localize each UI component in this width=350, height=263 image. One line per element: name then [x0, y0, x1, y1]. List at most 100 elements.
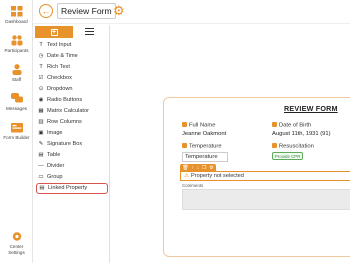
palette-item[interactable]: ▤ Linked Property — [36, 183, 108, 194]
palette-item[interactable]: T Text Input — [36, 40, 108, 51]
nav-label-staff: Staff — [11, 77, 22, 82]
nav-dashboard[interactable]: Dashboard — [0, 6, 33, 24]
nav-label-participants: Participants — [4, 48, 29, 53]
move-down-icon[interactable]: ↓ — [197, 165, 200, 171]
palette-item[interactable]: ☑ Checkbox — [36, 73, 108, 84]
palette-item-label: Image — [47, 130, 63, 136]
palette-item-icon: ▣ — [38, 130, 44, 136]
palette-item[interactable]: ◉ Radio Buttons — [36, 95, 108, 106]
linked-property-box[interactable]: ⚠ Property not selected — [180, 171, 350, 181]
menu-icon — [85, 28, 94, 30]
nav-label-form-builder: Form Builder — [3, 135, 30, 140]
nav-label-center-settings-line1: Center — [9, 244, 24, 249]
dashboard-icon — [10, 6, 22, 17]
full-name-value: Jeanne Oakmont — [182, 131, 227, 137]
full-name-label: Full Name — [182, 122, 215, 129]
dob-label: Date of Birth — [272, 122, 311, 129]
palette-item-label: Group — [47, 174, 63, 180]
field-icon — [272, 143, 277, 148]
form-title-input[interactable]: Review Form — [57, 3, 116, 19]
form-preview-title: REVIEW FORM — [284, 104, 338, 113]
palette-item[interactable]: ◷ Date & Time — [36, 51, 108, 62]
palette-item-label: Radio Buttons — [47, 97, 83, 103]
comments-label: Comments — [182, 183, 204, 188]
field-icon — [182, 122, 187, 127]
nav-label-center-settings-line2: Settings — [8, 250, 25, 255]
form-canvas: REVIEW FORM Full Name Jeanne Oakmont Dat… — [111, 25, 350, 263]
palette-item-icon: ▦ — [38, 108, 44, 114]
palette-item-label: Row Columns — [47, 119, 82, 125]
warning-icon: ⚠ — [184, 173, 190, 179]
palette-item-label: Checkbox — [47, 75, 72, 81]
nav-form-builder[interactable]: Form Builder — [0, 122, 33, 140]
gear-icon[interactable]: ⚙ — [209, 165, 213, 171]
palette-item-icon: ▥ — [38, 119, 44, 125]
palette-item-label: Text Input — [47, 42, 72, 48]
palette-item-icon: T — [39, 42, 43, 48]
comments-textarea[interactable] — [182, 189, 350, 210]
palette-item-label: Dropdown — [47, 86, 73, 92]
field-icon — [272, 122, 277, 127]
palette-item-icon: ◉ — [38, 97, 44, 103]
palette-item-label: Signature Box — [47, 141, 83, 147]
palette-item[interactable]: ▦ Matrix Calculator — [36, 106, 108, 117]
palette-item-icon: ⊙ — [38, 86, 44, 92]
delete-icon[interactable]: 🗑 — [182, 165, 188, 171]
temperature-label: Temperature — [182, 143, 222, 150]
temperature-select[interactable]: Temperature — [182, 152, 228, 162]
form-builder-icon — [10, 123, 23, 133]
palette-item-icon: ◷ — [38, 53, 44, 59]
nav-label-messages: Messages — [6, 106, 27, 111]
staff-icon — [12, 64, 21, 75]
palette-item-label: Matrix Calculator — [47, 108, 89, 114]
palette-list: T Text Input ◷ Date & Time T Rich Text ☑ Checkb… — [36, 40, 108, 194]
palette-item-icon: T — [39, 64, 43, 70]
copy-icon[interactable]: ❐ — [202, 165, 206, 171]
center-settings-icon — [12, 232, 21, 241]
nav-center-settings[interactable]: Center Settings — [0, 231, 33, 255]
resuscitation-badge: Provide CPR — [272, 152, 304, 160]
arrow-left-icon: ← — [41, 5, 51, 16]
form-preview-card: REVIEW FORM Full Name Jeanne Oakmont Dat… — [163, 97, 350, 257]
palette-item[interactable]: ▥ Row Columns — [36, 117, 108, 128]
left-nav: Dashboard Participants Staff Messages Fo… — [0, 0, 33, 263]
dob-value: August 11th, 1931 (91) — [272, 131, 331, 137]
palette-item-label: Date & Time — [47, 53, 78, 59]
participants-icon — [11, 35, 22, 46]
palette-item-label: Linked Property — [48, 185, 88, 191]
tab-add-components[interactable]: + — [35, 26, 73, 38]
top-bar: ← Review Form ⚙ — [33, 0, 350, 24]
palette-item[interactable]: — Divider — [36, 161, 108, 172]
messages-icon — [10, 93, 23, 103]
palette-item[interactable]: ▣ Image — [36, 128, 108, 139]
field-toolbar: 🗑 ↑ ↓ ❐ ⚙ — [180, 164, 216, 171]
component-palette: + T Text Input ◷ Date & Time T Rich Text ☑ Chec… — [33, 25, 110, 263]
gear-icon[interactable]: ⚙ — [113, 3, 129, 19]
resuscitation-label: Resuscitation — [272, 143, 314, 150]
palette-item-label: Rich Text — [47, 64, 70, 70]
palette-tabs: + — [33, 25, 110, 39]
palette-item-label: Table — [47, 152, 61, 158]
palette-item-icon: — — [38, 163, 44, 169]
palette-item-label: Divider — [47, 163, 65, 169]
palette-item[interactable]: ▤ Table — [36, 150, 108, 161]
palette-item-icon: ▤ — [39, 185, 45, 191]
palette-item-icon: ▭ — [38, 174, 44, 180]
linked-property-text: Property not selected — [191, 173, 244, 179]
palette-item-icon: ✎ — [38, 141, 44, 147]
move-up-icon[interactable]: ↑ — [191, 165, 194, 171]
palette-item[interactable]: ✎ Signature Box — [36, 139, 108, 150]
nav-participants[interactable]: Participants — [0, 35, 33, 53]
palette-item[interactable]: T Rich Text — [36, 62, 108, 73]
palette-item[interactable]: ▭ Group — [36, 172, 108, 183]
back-button[interactable]: ← — [39, 4, 53, 18]
palette-item[interactable]: ⊙ Dropdown — [36, 84, 108, 95]
palette-item-icon: ☑ — [38, 75, 44, 81]
nav-label-dashboard: Dashboard — [5, 19, 28, 24]
linked-property-field[interactable]: 🗑 ↑ ↓ ❐ ⚙ ⚠ Property not selected — [180, 164, 350, 182]
plus-icon: + — [50, 28, 58, 36]
nav-staff[interactable]: Staff — [0, 64, 33, 82]
nav-messages[interactable]: Messages — [0, 93, 33, 111]
palette-item-icon: ▤ — [38, 152, 44, 158]
tab-outline[interactable] — [85, 28, 94, 36]
